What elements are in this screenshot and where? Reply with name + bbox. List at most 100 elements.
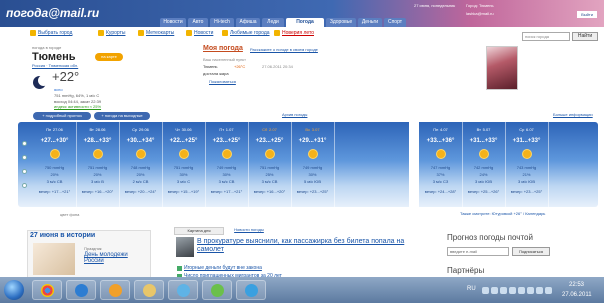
subnav-choose-city[interactable]: Выбрать город <box>30 30 72 36</box>
subnav-news[interactable]: Новости <box>186 30 213 36</box>
tab-lady[interactable]: Леди <box>262 18 284 27</box>
clock-date[interactable]: 27.06.2011 <box>562 292 592 298</box>
forecast-temp: +22...+25° <box>169 138 198 144</box>
current-condition: ясно <box>54 87 63 92</box>
tab-weather-news[interactable]: Новости погоды <box>224 227 274 235</box>
forecast-day[interactable]: Ср 6.07 +31...+33° 743 mmHg 21% 3 м/с ЮВ вече… <box>505 122 549 207</box>
history-image[interactable] <box>33 243 75 275</box>
subnav-meteomaps[interactable]: Метеокарты <box>138 30 174 36</box>
day-name: Сб <box>262 127 268 132</box>
tab-picture-of-day[interactable]: Картина дня <box>174 227 224 235</box>
tray-icon[interactable] <box>491 287 498 294</box>
forecast-evening: вечер: +17...+21° <box>210 189 243 194</box>
forecast-temp: +31...+33° <box>512 138 541 144</box>
tell-weather-link[interactable]: Расскажите о погоде в своем городе <box>250 47 318 52</box>
forecast-day[interactable]: Вс 3.07 +29...+31° 749 mmHg 30% 5 м/с ЮВ вече… <box>291 122 335 207</box>
subnav-favorite-cities[interactable]: Любимые города <box>222 30 270 36</box>
forecast-day-name: Чт 30.06 <box>162 127 205 133</box>
detailed-forecast-button[interactable]: + подробный прогноз <box>33 112 91 120</box>
language-indicator[interactable]: RU <box>467 286 476 292</box>
forecast-day[interactable]: Ср 29.06 +30...+34° 748 mmHg 20% 2 м/с СВ веч… <box>119 122 163 207</box>
forecast-evening: вечер: +15...+19° <box>167 189 200 194</box>
forecast-day[interactable]: Чт 30.06 +22...+25° 751 mmHg 30% 3 м/с С вече… <box>162 122 206 207</box>
day-name: Пт <box>219 127 225 132</box>
tray-icon[interactable] <box>509 287 516 294</box>
forecast-day[interactable]: Сб 2.07 +23...+25° 751 mmHg 25% 3 м/с СВ вече… <box>248 122 292 207</box>
tray-icon[interactable] <box>545 287 552 294</box>
forecast-evening: вечер: +17...+21° <box>38 189 71 194</box>
tab-health[interactable]: Здоровье <box>326 18 356 27</box>
see-also-links[interactable]: Также смотрите: Ютуровкой +26° / Календа… <box>460 211 545 216</box>
forecast-wind: 3 м/с В <box>91 179 104 184</box>
city-search-input[interactable]: поиск города <box>522 32 570 41</box>
news-headline[interactable]: В прокуратуре выяснили, как пассажирка б… <box>197 238 415 254</box>
tray-icon[interactable] <box>482 287 489 294</box>
my-weather-title[interactable]: Моя погода <box>203 45 243 52</box>
forecast-day[interactable]: Вт 5.07 +31...+33° 742 mmHg 24% 3 м/с ЮВ вече… <box>462 122 506 207</box>
forecast-humidity: 30% <box>222 172 231 177</box>
news-item[interactable]: Игорные деньги будут вне закона <box>184 265 262 271</box>
activity-index-link[interactable]: индекс активности ≈ 25% <box>54 104 101 109</box>
tray-icon[interactable] <box>527 287 534 294</box>
taskbar-app-explorer[interactable] <box>66 280 96 300</box>
clock-time[interactable]: 22:53 <box>569 282 584 288</box>
forecast-wind: 3 м/с ЮВ <box>474 179 493 184</box>
tab-money[interactable]: Деньги <box>358 18 382 27</box>
forecast-day-name: Пн 4.07 <box>419 127 462 133</box>
email-field[interactable]: введите e-mail <box>447 247 509 256</box>
tray-icon[interactable] <box>500 287 507 294</box>
forecast-evening: вечер: +16...+20° <box>81 189 114 194</box>
history-title[interactable]: 27 июня в истории <box>30 232 95 239</box>
tab-afisha[interactable]: Афиша <box>236 18 260 27</box>
day-date: 5.07 <box>482 127 491 132</box>
map-icon <box>138 30 144 36</box>
weekend-forecast-button[interactable]: + погода на выходные <box>94 112 150 120</box>
on-map-button[interactable]: на карте <box>95 53 123 61</box>
player-icon <box>177 284 190 297</box>
folder-icon <box>143 284 156 297</box>
forecast-day[interactable]: Пн 4.07 +33...+36° 747 mmHg 37% 3 м/с СЗ вече… <box>419 122 463 207</box>
taskbar-app-folder[interactable] <box>134 280 164 300</box>
subscribe-button[interactable]: Подписаться <box>512 247 550 256</box>
taskbar-app-skype[interactable] <box>236 280 266 300</box>
news-bullet-icon <box>177 266 182 271</box>
complain-link[interactable]: Пожаловаться <box>209 79 236 84</box>
background-color-label[interactable]: цвет фона <box>60 212 79 217</box>
tray-icon[interactable] <box>536 287 543 294</box>
tab-hitech[interactable]: Hi-tech <box>210 18 234 27</box>
city-search-button[interactable]: Найти <box>572 32 598 41</box>
forecast-temp: +30...+34° <box>126 138 155 144</box>
forecast-day-name: Вт 5.07 <box>462 127 505 133</box>
tab-sport[interactable]: Спорт <box>384 18 406 27</box>
start-button[interactable] <box>4 280 24 300</box>
tab-weather[interactable]: Погода <box>286 18 324 27</box>
logout-button[interactable]: Выйти <box>577 11 597 18</box>
city-title: Тюмень <box>32 51 76 63</box>
news-image[interactable] <box>176 237 194 257</box>
forecast-temp: +33...+36° <box>426 138 455 144</box>
row-marker <box>22 183 27 188</box>
user-photo[interactable] <box>486 46 518 90</box>
forecast-evening: вечер: +16...+20° <box>253 189 286 194</box>
header-user-email[interactable]: lashka@mail.ru <box>466 11 494 16</box>
forecast-day[interactable]: Пн 27.06 +27...+30° 750 mmHg 20% 3 м/с СВ веч… <box>33 122 77 207</box>
region-link[interactable]: Россия · Тюменская обл. <box>32 63 78 68</box>
site-logo[interactable]: погода@mail.ru <box>6 6 99 20</box>
history-link[interactable]: День молодежи России <box>84 252 146 264</box>
taskbar-app-chrome[interactable] <box>32 280 62 300</box>
tray-icon[interactable] <box>518 287 525 294</box>
forecast-wind: 2 м/с СВ <box>132 179 149 184</box>
forecast-day[interactable]: Вт 28.06 +28...+33° 751 mmHg 20% 3 м/с В вече… <box>76 122 120 207</box>
more-info-link[interactable]: Больше информации <box>553 112 593 117</box>
taskbar-app-mail[interactable] <box>100 280 130 300</box>
forecast-wind: 3 м/с СЗ <box>432 179 449 184</box>
forecast-day[interactable]: Пт 1.07 +23...+25° 749 mmHg 30% 3 м/с СВ вече… <box>205 122 249 207</box>
taskbar-app-icq[interactable] <box>202 280 232 300</box>
subnav-resorts[interactable]: Курорты <box>98 30 125 36</box>
archive-link[interactable]: Архив погоды <box>282 112 307 117</box>
subnav-summer[interactable]: Новерия лето <box>274 30 314 36</box>
taskbar-app-player[interactable] <box>168 280 198 300</box>
tab-auto[interactable]: Авто <box>188 18 208 27</box>
tab-news[interactable]: Новости <box>160 18 186 27</box>
header-city[interactable]: Город: Тюмень <box>466 3 494 8</box>
